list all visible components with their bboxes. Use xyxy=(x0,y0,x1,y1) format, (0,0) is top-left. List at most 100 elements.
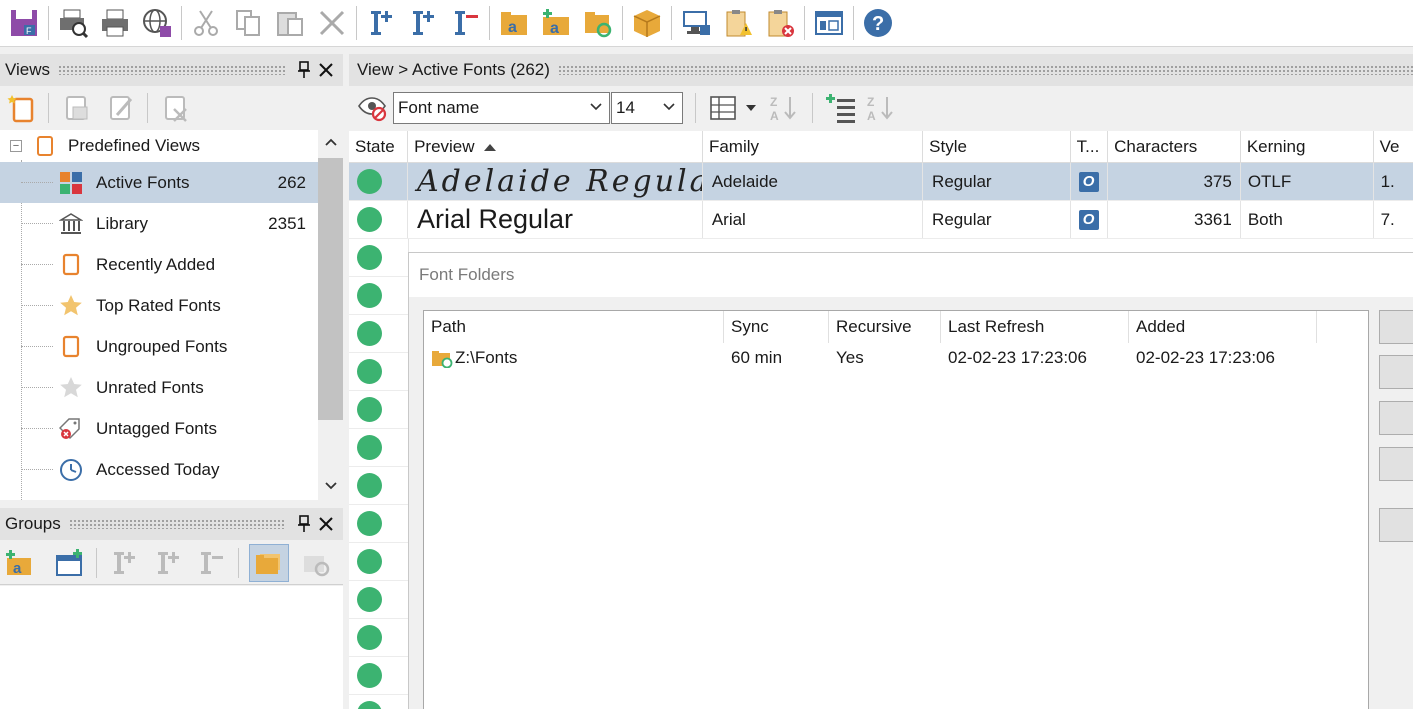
pane-grip[interactable] xyxy=(68,519,285,529)
paste-icon[interactable] xyxy=(272,5,308,41)
font-row[interactable]: Adelaide Regular Adelaide Regular O 375 … xyxy=(349,163,1413,201)
save-icon[interactable]: F xyxy=(6,5,42,41)
groups-list[interactable] xyxy=(0,586,343,709)
edit-view-icon[interactable] xyxy=(103,91,137,125)
pin-icon[interactable] xyxy=(293,513,315,535)
column-header-style[interactable]: Style xyxy=(923,131,1071,162)
sort-order-icon[interactable]: ZA xyxy=(865,93,897,123)
column-header-characters[interactable]: Characters xyxy=(1108,131,1241,162)
close-icon[interactable] xyxy=(315,59,337,81)
tree-item-accessed-today[interactable]: Accessed Today xyxy=(0,449,318,490)
column-header-kerning[interactable]: Kerning xyxy=(1241,131,1374,162)
toolbar-separator xyxy=(812,93,813,123)
print-preview-icon[interactable] xyxy=(55,5,91,41)
svg-text:a: a xyxy=(13,560,22,577)
new-set-icon[interactable] xyxy=(52,546,86,580)
layout-icon[interactable] xyxy=(811,5,847,41)
column-header-last-refresh[interactable]: Last Refresh xyxy=(941,311,1129,343)
copy-icon[interactable] xyxy=(230,5,266,41)
group-add-font-icon[interactable] xyxy=(151,546,185,580)
new-view-icon[interactable] xyxy=(4,91,38,125)
column-header-recursive[interactable]: Recursive xyxy=(829,311,941,343)
toolbar-separator xyxy=(489,6,490,40)
column-header-sync[interactable]: Sync xyxy=(724,311,829,343)
column-header-state[interactable]: State xyxy=(349,131,409,162)
tree-connector xyxy=(21,346,53,347)
add-group-icon[interactable]: a xyxy=(538,5,574,41)
views-tree-scrollbar[interactable] xyxy=(318,130,343,500)
tree-item-active-fonts[interactable]: Active Fonts 262 xyxy=(0,162,318,203)
close-dialog-button[interactable] xyxy=(1379,508,1413,542)
dialog-title: Font Folders xyxy=(409,253,1413,297)
install-font-icon[interactable] xyxy=(363,5,399,41)
collapse-icon[interactable]: − xyxy=(10,140,22,152)
scrollbar-thumb[interactable] xyxy=(318,158,343,420)
column-header-added[interactable]: Added xyxy=(1129,311,1317,343)
tree-item-recently-added[interactable]: Recently Added xyxy=(0,244,318,285)
view-icon xyxy=(58,252,84,278)
group-remove-font-icon[interactable] xyxy=(194,546,228,580)
groups-pane-header: Groups xyxy=(0,508,343,540)
pin-icon[interactable] xyxy=(293,59,315,81)
column-header-path[interactable]: Path xyxy=(424,311,724,343)
state-cell xyxy=(349,505,409,543)
view-properties-icon[interactable] xyxy=(59,91,93,125)
column-header-version[interactable]: Ve xyxy=(1374,131,1413,162)
tree-root-predefined-views[interactable]: − Predefined Views xyxy=(0,130,318,162)
filter-field-value: Font name xyxy=(398,98,480,117)
tree-item-top-rated-fonts[interactable]: Top Rated Fonts xyxy=(0,285,318,326)
active-state-indicator xyxy=(357,701,382,709)
remove-folder-button[interactable] xyxy=(1379,401,1413,435)
filter-field-select[interactable]: Font name xyxy=(393,92,610,124)
error-clipboard-icon[interactable] xyxy=(762,5,798,41)
toolbar-separator xyxy=(147,93,148,123)
scroll-up-arrow[interactable] xyxy=(318,134,343,156)
group-install-icon[interactable] xyxy=(107,546,141,580)
chevron-down-icon[interactable] xyxy=(744,103,758,113)
grid-color-icon xyxy=(58,170,84,196)
visibility-icon[interactable] xyxy=(357,94,389,122)
refresh-folder-icon[interactable] xyxy=(580,5,616,41)
folder-row[interactable]: Z:\Fonts 60 min Yes 02-02-23 17:23:06 02… xyxy=(424,343,1368,373)
pane-grip[interactable] xyxy=(557,65,1413,75)
delete-icon[interactable] xyxy=(314,5,350,41)
warning-clipboard-icon[interactable] xyxy=(720,5,756,41)
views-pane-title: Views xyxy=(5,60,51,79)
add-sort-level-icon[interactable] xyxy=(825,92,859,124)
tree-item-count: 2351 xyxy=(268,213,306,233)
print-icon[interactable] xyxy=(97,5,133,41)
remove-font-icon[interactable] xyxy=(447,5,483,41)
add-font-icon[interactable] xyxy=(405,5,441,41)
help-icon[interactable]: ? xyxy=(860,5,896,41)
svg-text:A: A xyxy=(770,109,779,123)
add-group-icon[interactable]: a xyxy=(2,546,36,580)
column-header-preview[interactable]: Preview xyxy=(408,131,703,162)
tree-item-label: Untagged Fonts xyxy=(96,418,217,438)
group-font-icon[interactable]: a xyxy=(496,5,532,41)
active-state-indicator xyxy=(357,511,382,536)
column-header-type[interactable]: T... xyxy=(1071,131,1109,162)
edit-folder-button[interactable] xyxy=(1379,355,1413,389)
sort-icon[interactable]: ZA xyxy=(768,93,800,123)
tree-item-library[interactable]: Library 2351 xyxy=(0,203,318,244)
add-folder-button[interactable] xyxy=(1379,310,1413,344)
close-icon[interactable] xyxy=(315,513,337,535)
tree-item-unrated-fonts[interactable]: Unrated Fonts xyxy=(0,367,318,408)
scroll-down-arrow[interactable] xyxy=(318,478,343,500)
columns-icon[interactable] xyxy=(708,93,742,123)
font-folders-list[interactable]: Path Sync Recursive Last Refresh Added Z… xyxy=(423,310,1369,709)
web-icon[interactable] xyxy=(139,5,175,41)
delete-view-icon[interactable] xyxy=(158,91,192,125)
preview-size-select[interactable]: 14 xyxy=(611,92,683,124)
column-header-family[interactable]: Family xyxy=(703,131,924,162)
package-icon[interactable] xyxy=(629,5,665,41)
cut-icon[interactable] xyxy=(188,5,224,41)
font-folders-icon[interactable] xyxy=(249,543,290,582)
font-row[interactable]: Arial Regular Arial Regular O 3361 Both … xyxy=(349,201,1413,239)
refresh-folder-button[interactable] xyxy=(1379,447,1413,481)
tree-item-ungrouped-fonts[interactable]: Ungrouped Fonts xyxy=(0,326,318,367)
pane-grip[interactable] xyxy=(58,65,285,75)
network-settings-icon[interactable] xyxy=(678,5,714,41)
tree-item-untagged-fonts[interactable]: Untagged Fonts xyxy=(0,408,318,449)
refresh-folder-icon[interactable] xyxy=(299,546,333,580)
